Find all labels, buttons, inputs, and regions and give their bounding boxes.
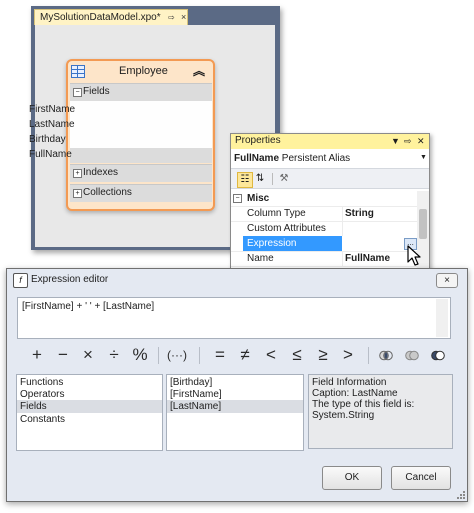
expand-toggle-icon[interactable]: + (73, 169, 82, 178)
field-item[interactable]: Birthday (29, 134, 66, 145)
property-row[interactable]: Name FullName (231, 251, 417, 267)
dropdown-icon[interactable]: ▼ (391, 136, 400, 146)
category-label: Misc (247, 193, 270, 204)
dialog-title-bar[interactable]: f Expression editor (9, 271, 465, 291)
plus-button[interactable]: + (26, 344, 48, 366)
item-list[interactable]: [Birthday] [FirstName] [LastName] (166, 374, 304, 451)
field-item[interactable]: FirstName (29, 104, 75, 115)
info-line: Field Information (312, 377, 387, 388)
greater-than-button[interactable]: > (337, 344, 359, 366)
less-than-button[interactable]: < (260, 344, 282, 366)
properties-title: Properties (235, 135, 281, 146)
expression-scrollbar[interactable] (436, 299, 448, 337)
collapse-toggle-icon[interactable]: − (233, 194, 242, 203)
info-line: The type of this field is: (312, 399, 415, 410)
greater-equal-button[interactable]: ≥ (312, 344, 334, 366)
property-name: Column Type (247, 208, 306, 219)
close-icon[interactable]: × (181, 12, 186, 22)
or-operator-icon[interactable] (405, 350, 419, 361)
property-value[interactable]: String (345, 208, 374, 219)
equals-button[interactable]: = (209, 344, 231, 366)
expression-input[interactable]: [FirstName] + ' ' + [LastName] (17, 297, 451, 339)
dialog-title: Expression editor (31, 274, 109, 285)
info-line: System.String (312, 410, 375, 421)
properties-toolbar: ☷ ⇅ ⚒ (231, 168, 429, 189)
column-divider (342, 251, 343, 266)
section-collections[interactable]: + Collections (70, 184, 212, 202)
field-information-panel: Field Information Caption: LastName The … (308, 374, 453, 449)
scrollbar-thumb[interactable] (419, 209, 427, 239)
object-type: Persistent Alias (281, 153, 351, 164)
wrench-icon[interactable]: ⚒ (277, 172, 291, 186)
property-grid: − Misc Column Type String Custom Attribu… (231, 191, 417, 270)
info-line: Caption: LastName (312, 388, 398, 399)
mouse-cursor-icon (407, 245, 421, 266)
not-equals-button[interactable]: ≠ (234, 344, 256, 366)
and-operator-icon[interactable] (379, 350, 393, 361)
parentheses-button[interactable]: (···) (166, 344, 188, 366)
document-tab-title: MySolutionDataModel.xpo* (40, 12, 161, 23)
property-row[interactable]: Column Type String (231, 206, 417, 222)
document-tab[interactable]: MySolutionDataModel.xpo* ⇨ × (34, 9, 188, 25)
table-icon (71, 65, 85, 78)
cancel-button[interactable]: Cancel (391, 466, 451, 490)
property-name: Expression (247, 238, 297, 249)
collapse-icon[interactable]: ︽ (193, 62, 205, 79)
category-item[interactable]: Constants (17, 413, 162, 426)
property-row[interactable]: Custom Attributes (231, 221, 417, 237)
resize-grip-icon[interactable] (456, 490, 466, 500)
ok-button[interactable]: OK (322, 466, 382, 490)
property-row-selected[interactable]: Expression ... (231, 236, 417, 252)
property-value[interactable]: FullName (345, 253, 390, 264)
category-list[interactable]: Functions Operators Fields Constants (16, 374, 163, 451)
column-divider (342, 221, 343, 236)
operator-separator (158, 347, 159, 364)
categorized-icon[interactable]: ☷ (237, 172, 253, 188)
section-indexes[interactable]: + Indexes (70, 164, 212, 182)
pin-icon[interactable]: ⇨ (168, 13, 175, 22)
minus-button[interactable]: − (52, 344, 74, 366)
field-item-selected[interactable]: FullName (29, 149, 72, 160)
chevron-down-icon[interactable]: ▼ (420, 154, 427, 161)
field-item[interactable]: LastName (29, 119, 75, 130)
toolbar-separator (272, 173, 273, 185)
less-equal-button[interactable]: ≤ (286, 344, 308, 366)
divide-button[interactable]: ÷ (103, 344, 125, 366)
object-name: FullName (234, 153, 280, 164)
category-row[interactable]: − Misc (231, 191, 417, 207)
selected-field-highlight (70, 148, 212, 163)
properties-title-bar[interactable]: Properties ▼ ⇨ ✕ (231, 134, 429, 149)
close-icon[interactable]: ✕ (417, 136, 425, 147)
expand-toggle-icon[interactable]: + (73, 189, 82, 198)
operator-separator (199, 347, 200, 364)
item-list-entry-selected[interactable]: [LastName] (167, 400, 303, 413)
property-name: Custom Attributes (247, 223, 326, 234)
category-item-selected[interactable]: Fields (17, 400, 162, 413)
function-icon: f (13, 273, 28, 288)
section-fields[interactable]: − Fields (70, 83, 212, 101)
multiply-button[interactable]: × (77, 344, 99, 366)
entity-title: Employee (119, 65, 168, 77)
operator-separator (368, 347, 369, 364)
property-name: Name (247, 253, 274, 264)
object-selector[interactable]: FullName Persistent Alias ▼ (234, 151, 428, 167)
collapse-toggle-icon[interactable]: − (73, 88, 82, 97)
sort-alphabetical-icon[interactable]: ⇅ (253, 172, 267, 186)
pin-icon[interactable]: ⇨ (404, 136, 412, 147)
section-label: Indexes (83, 167, 119, 178)
modulo-button[interactable]: % (129, 344, 151, 366)
entity-header[interactable]: Employee ︽ (70, 62, 212, 82)
not-operator-icon[interactable] (431, 350, 445, 361)
column-divider (342, 206, 343, 221)
section-label: Collections (83, 187, 132, 198)
section-label: Fields (83, 86, 110, 97)
dialog-close-button[interactable]: × (436, 273, 458, 288)
